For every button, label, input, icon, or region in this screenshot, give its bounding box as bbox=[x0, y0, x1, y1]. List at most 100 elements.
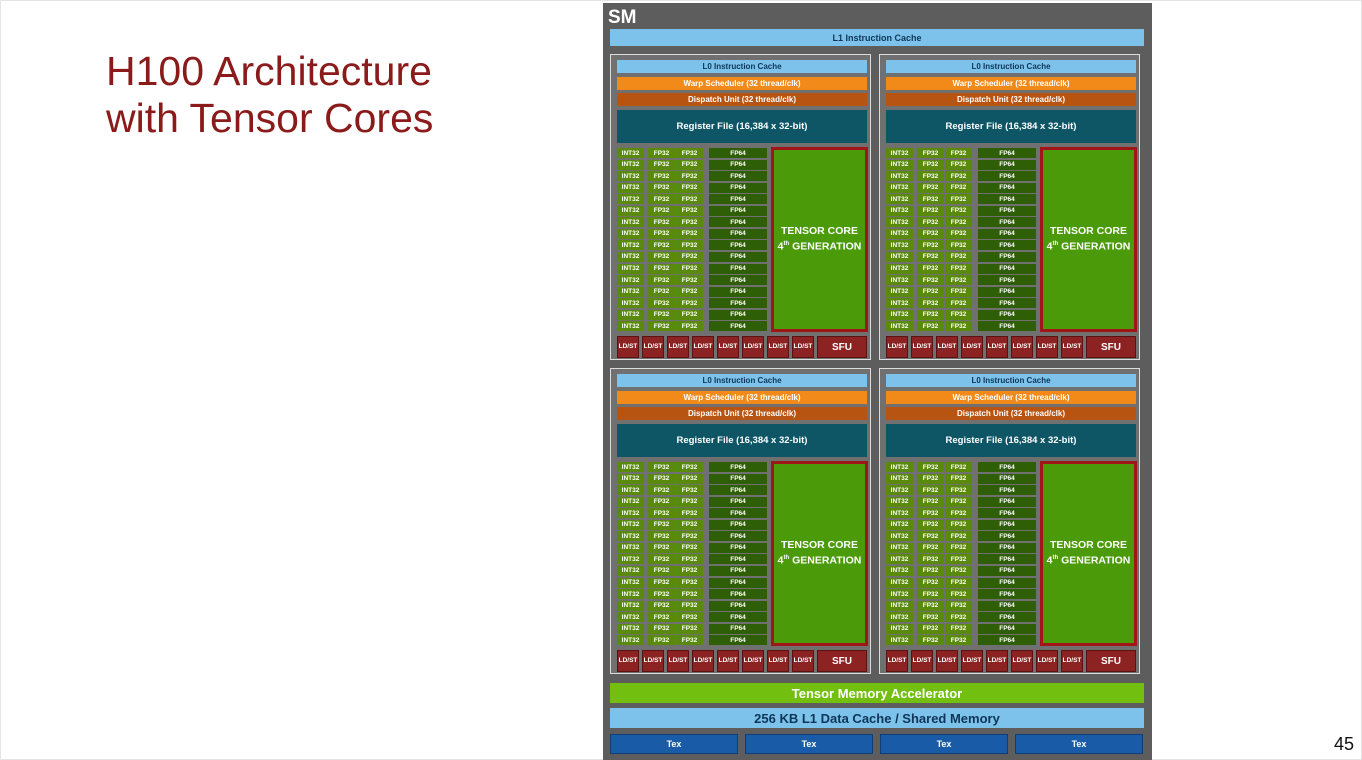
l0-instruction-cache: L0 Instruction Cache bbox=[617, 60, 867, 73]
core-row: INT32 FP32 FP32 FP64 bbox=[886, 542, 1036, 554]
fp32-unit: FP32 bbox=[648, 321, 675, 332]
ldst-unit: LD/ST bbox=[1036, 336, 1058, 358]
fp64-unit: FP64 bbox=[978, 519, 1036, 530]
fp32-unit: FP32 bbox=[676, 194, 703, 205]
ldst-unit: LD/ST bbox=[767, 336, 789, 358]
ldst-label-top: LD/ bbox=[643, 657, 655, 664]
core-row: INT32 FP32 FP32 FP64 bbox=[886, 194, 1036, 205]
ldst-unit: LD/ST bbox=[911, 650, 933, 672]
fp32-unit: FP32 bbox=[917, 565, 944, 576]
fp64-unit: FP64 bbox=[978, 194, 1036, 205]
sm-quadrant: L0 Instruction Cache Warp Scheduler (32 t… bbox=[879, 54, 1140, 360]
int32-unit: INT32 bbox=[617, 473, 644, 484]
ldst-label-top: LD/ bbox=[937, 657, 949, 664]
core-array: INT32 FP32 FP32 FP64 INT32 FP32 FP32 FP64 INT32 F… bbox=[886, 462, 1036, 646]
ldst-label-top: LD/ bbox=[668, 657, 680, 664]
core-row: INT32 FP32 FP32 FP64 bbox=[886, 309, 1036, 321]
ldst-label-bottom: ST bbox=[1048, 343, 1057, 350]
dispatch-unit: Dispatch Unit (32 thread/clk) bbox=[617, 407, 867, 420]
fp32-unit: FP32 bbox=[676, 298, 703, 309]
fp64-unit: FP64 bbox=[709, 473, 767, 484]
fp32-unit: FP32 bbox=[648, 194, 675, 205]
ldst-unit: LD/ST bbox=[792, 650, 814, 672]
fp64-unit: FP64 bbox=[978, 589, 1036, 600]
fp32-unit: FP32 bbox=[945, 251, 972, 262]
core-row: INT32 FP32 FP32 FP64 bbox=[886, 462, 1036, 473]
int32-unit: INT32 bbox=[617, 554, 644, 565]
fp32-unit: FP32 bbox=[648, 240, 675, 251]
fp32-unit: FP32 bbox=[648, 148, 675, 158]
int32-unit: INT32 bbox=[886, 321, 913, 332]
ldst-unit: LD/ST bbox=[1036, 650, 1058, 672]
core-row: INT32 FP32 FP32 FP64 bbox=[886, 182, 1036, 194]
fp32-unit: FP32 bbox=[917, 251, 944, 262]
int32-unit: INT32 bbox=[886, 298, 913, 309]
int32-unit: INT32 bbox=[886, 205, 913, 216]
ldst-label-top: LD/ bbox=[1012, 657, 1024, 664]
l1-data-cache: 256 KB L1 Data Cache / Shared Memory bbox=[610, 708, 1144, 728]
fp64-unit: FP64 bbox=[709, 589, 767, 600]
core-row: INT32 FP32 FP32 FP64 bbox=[617, 496, 767, 508]
fp64-unit: FP64 bbox=[709, 612, 767, 623]
fp64-unit: FP64 bbox=[709, 205, 767, 216]
tensor-core: TENSOR CORE 4th GENERATION bbox=[771, 461, 868, 646]
fp64-unit: FP64 bbox=[709, 240, 767, 251]
core-row: INT32 FP32 FP32 FP64 bbox=[886, 321, 1036, 332]
core-row: INT32 FP32 FP32 FP64 bbox=[617, 159, 767, 171]
core-row: INT32 FP32 FP32 FP64 bbox=[886, 275, 1036, 286]
fp32-unit: FP32 bbox=[917, 298, 944, 309]
ldst-label-top: LD/ bbox=[693, 343, 705, 350]
fp32-unit: FP32 bbox=[945, 309, 972, 320]
ldst-unit: LD/ST bbox=[886, 650, 908, 672]
fp32-unit: FP32 bbox=[676, 309, 703, 320]
sfu-unit: SFU bbox=[817, 650, 867, 672]
int32-unit: INT32 bbox=[886, 531, 913, 542]
warp-scheduler: Warp Scheduler (32 thread/clk) bbox=[617, 77, 867, 90]
fp32-unit: FP32 bbox=[945, 635, 972, 646]
fp64-unit: FP64 bbox=[978, 251, 1036, 262]
ldst-label-top: LD/ bbox=[718, 657, 730, 664]
fp32-unit: FP32 bbox=[648, 612, 675, 623]
fp32-unit: FP32 bbox=[945, 228, 972, 239]
fp32-unit: FP32 bbox=[648, 309, 675, 320]
fp64-unit: FP64 bbox=[978, 600, 1036, 611]
fp32-unit: FP32 bbox=[917, 240, 944, 251]
core-row: INT32 FP32 FP32 FP64 bbox=[617, 577, 767, 589]
core-row: INT32 FP32 FP32 FP64 bbox=[886, 228, 1036, 240]
fp64-unit: FP64 bbox=[978, 217, 1036, 228]
int32-unit: INT32 bbox=[617, 565, 644, 576]
ldst-label-bottom: ST bbox=[923, 343, 932, 350]
ldst-label-top: LD/ bbox=[1062, 343, 1074, 350]
fp32-unit: FP32 bbox=[676, 462, 703, 472]
warp-scheduler: Warp Scheduler (32 thread/clk) bbox=[886, 391, 1136, 404]
tensor-core-line1: TENSOR CORE bbox=[1049, 225, 1127, 238]
ldst-unit: LD/ST bbox=[1061, 336, 1083, 358]
int32-unit: INT32 bbox=[886, 600, 913, 611]
fp32-unit: FP32 bbox=[917, 623, 944, 634]
tensor-core-line1: TENSOR CORE bbox=[1049, 539, 1127, 552]
fp64-unit: FP64 bbox=[978, 473, 1036, 484]
sm-quadrant: L0 Instruction Cache Warp Scheduler (32 t… bbox=[610, 54, 871, 360]
int32-unit: INT32 bbox=[617, 577, 644, 588]
ldst-label-bottom: ST bbox=[1073, 343, 1082, 350]
int32-unit: INT32 bbox=[886, 554, 913, 565]
fp32-unit: FP32 bbox=[917, 485, 944, 496]
dispatch-unit: Dispatch Unit (32 thread/clk) bbox=[617, 93, 867, 106]
fp64-unit: FP64 bbox=[709, 159, 767, 170]
fp32-unit: FP32 bbox=[648, 496, 675, 507]
core-row: INT32 FP32 FP32 FP64 bbox=[886, 623, 1036, 635]
fp64-unit: FP64 bbox=[709, 565, 767, 576]
core-row: INT32 FP32 FP32 FP64 bbox=[617, 473, 767, 485]
fp64-unit: FP64 bbox=[978, 205, 1036, 216]
fp32-unit: FP32 bbox=[676, 554, 703, 565]
int32-unit: INT32 bbox=[617, 589, 644, 600]
ldst-label-bottom: ST bbox=[704, 657, 713, 664]
int32-unit: INT32 bbox=[617, 321, 644, 332]
fp32-unit: FP32 bbox=[945, 519, 972, 530]
slide-title: H100 Architecture with Tensor Cores bbox=[106, 48, 526, 142]
register-file: Register File (16,384 x 32-bit) bbox=[886, 110, 1136, 143]
fp32-unit: FP32 bbox=[917, 228, 944, 239]
core-row: INT32 FP32 FP32 FP64 bbox=[617, 240, 767, 251]
fp32-unit: FP32 bbox=[945, 217, 972, 228]
ldst-label-top: LD/ bbox=[718, 343, 730, 350]
